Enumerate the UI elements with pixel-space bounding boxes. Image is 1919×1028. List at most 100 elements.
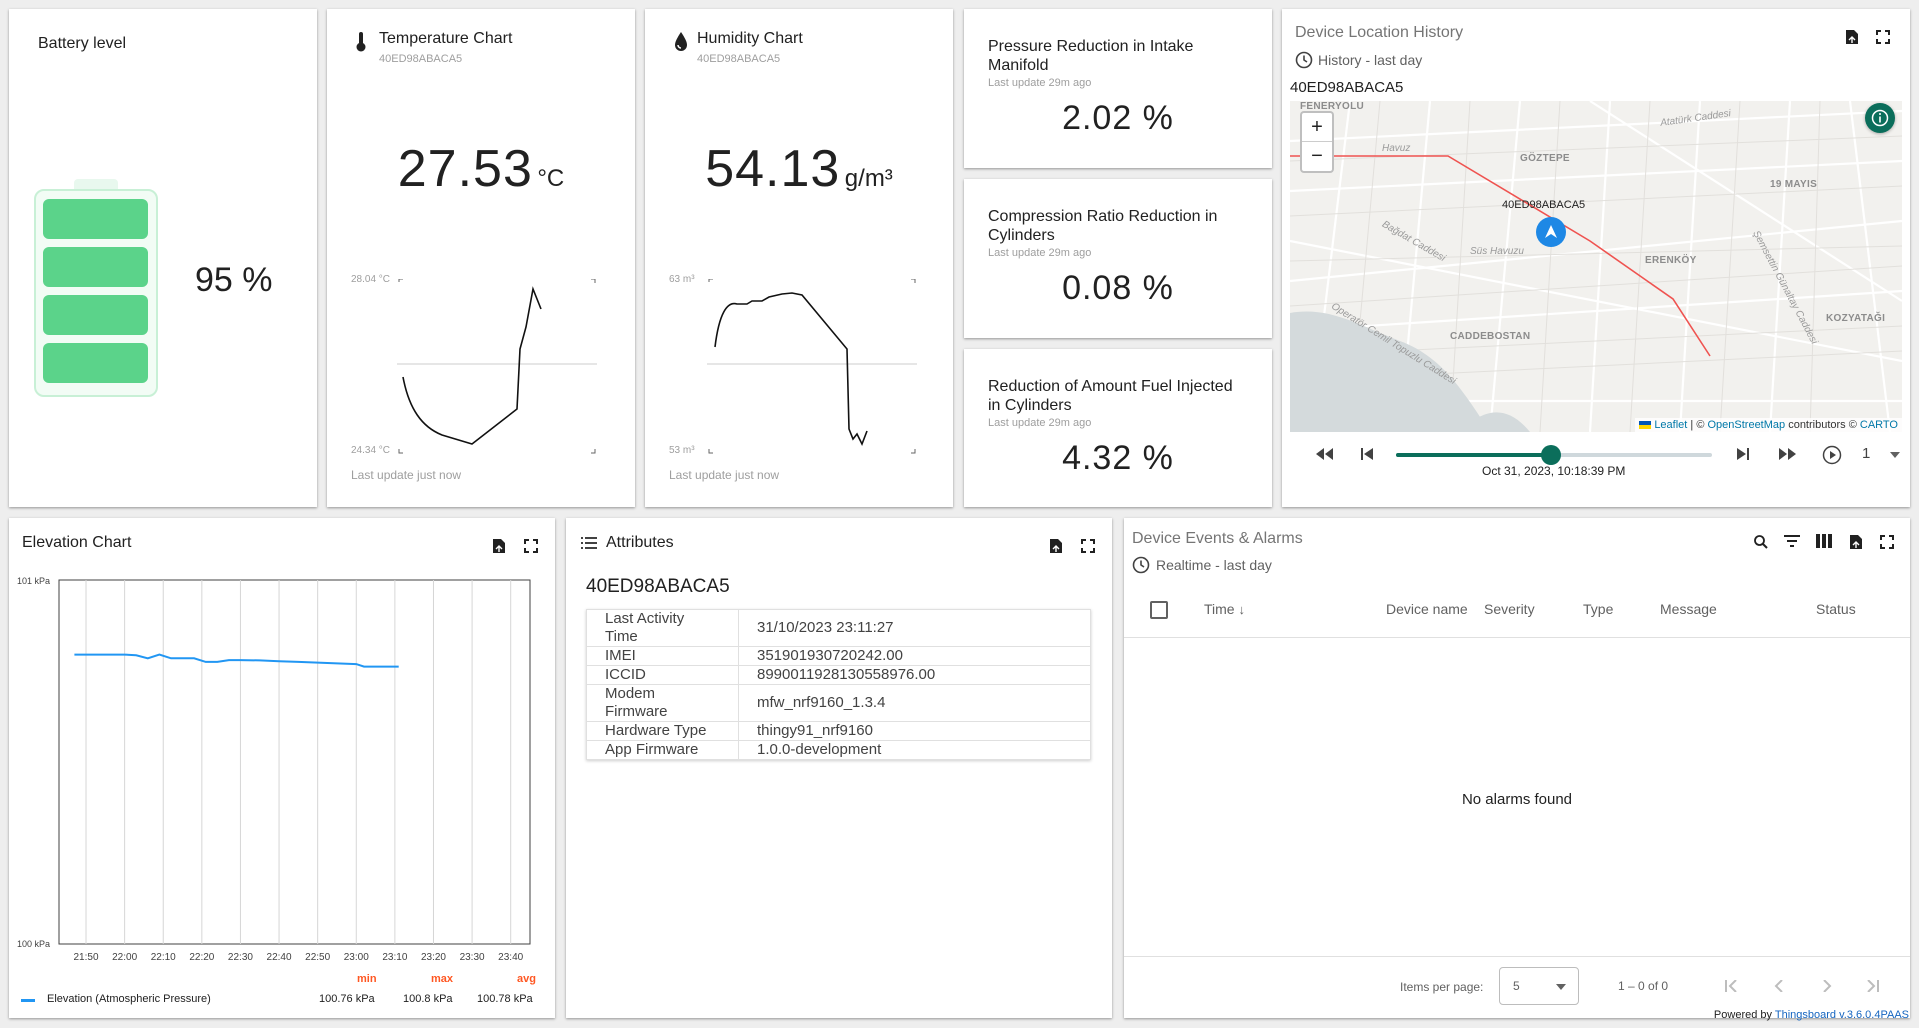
fullscreen-icon[interactable] [1077, 535, 1099, 557]
skip-previous-icon[interactable] [1360, 447, 1374, 461]
kpi-pressure-widget: Pressure Reduction in Intake Manifold La… [964, 9, 1272, 168]
humidity-device: 40ED98ABACA5 [697, 53, 781, 65]
attribute-row: ICCID 8990011928130558976.00 [586, 665, 1091, 685]
location-history-widget: Device Location History History - last d… [1282, 9, 1910, 507]
playback-slider[interactable] [1396, 445, 1712, 465]
column-header-time[interactable]: Time ↓ [1204, 601, 1245, 617]
next-page-icon[interactable] [1822, 980, 1832, 992]
water-drop-icon [675, 32, 687, 51]
map-label-19-mayis: 19 MAYIS [1770, 179, 1818, 190]
map-label-goztepe: GÖZTEPE [1520, 153, 1570, 164]
x-tick-label: 21:50 [74, 952, 99, 963]
filter-icon[interactable] [1784, 535, 1800, 547]
previous-page-icon[interactable] [1774, 980, 1784, 992]
zoom-out-button[interactable]: − [1302, 142, 1332, 170]
playback-slider-thumb[interactable] [1541, 445, 1561, 465]
alarms-title: Device Events & Alarms [1132, 530, 1303, 547]
ukraine-flag-icon [1639, 421, 1652, 430]
attribute-key: App Firmware [586, 740, 739, 760]
column-header-type[interactable]: Type [1583, 601, 1613, 617]
map-canvas[interactable]: FENERYOLU GÖZTEPE 19 MAYIS ERENKÖY KOZYA… [1290, 101, 1902, 432]
last-page-icon[interactable] [1866, 980, 1880, 992]
temperature-min-label: 24.34 °C [351, 445, 391, 456]
alarms-realtime-label[interactable]: Realtime - last day [1156, 557, 1272, 573]
fast-forward-icon[interactable] [1778, 447, 1798, 461]
carto-link[interactable]: CARTO [1860, 419, 1898, 431]
search-icon[interactable] [1753, 534, 1769, 550]
humidity-min-label: 53 m³ [669, 445, 695, 456]
stat-header-min: min [357, 973, 377, 985]
playback-timestamp: Oct 31, 2023, 10:18:39 PM [1482, 464, 1626, 478]
kpi-compression-widget: Compression Ratio Reduction in Cylinders… [964, 179, 1272, 338]
leaflet-link[interactable]: Leaflet [1654, 419, 1687, 431]
map-history-label[interactable]: History - last day [1318, 52, 1422, 68]
humidity-title: Humidity Chart [697, 30, 803, 47]
columns-icon[interactable] [1816, 534, 1832, 548]
y-tick-label: 101 kPa [17, 576, 50, 586]
playback-speed-select[interactable]: 1 [1862, 445, 1904, 465]
attribute-value: 31/10/2023 23:11:27 [738, 609, 1091, 647]
attribution-separator: | © [1687, 419, 1708, 431]
map-label-sus-havuzu: Süs Havuzu [1470, 246, 1524, 257]
kpi-compression-title-1: Compression Ratio Reduction in [988, 208, 1218, 225]
export-icon[interactable] [1845, 531, 1867, 553]
attribute-value: thingy91_nrf9160 [738, 721, 1091, 741]
chevron-down-icon [1556, 984, 1566, 990]
map-device: 40ED98ABACA5 [1290, 79, 1404, 96]
column-header-device-name[interactable]: Device name [1386, 601, 1468, 617]
stat-header-max: max [431, 973, 454, 985]
x-tick-label: 22:30 [228, 952, 253, 963]
attribute-key: Last Activity Time [586, 609, 739, 647]
map-info-button[interactable] [1865, 103, 1895, 133]
elevation-legend-name[interactable]: Elevation (Atmospheric Pressure) [47, 993, 211, 1005]
attributes-widget: Attributes 40ED98ABACA5 Last Activity Ti… [566, 518, 1112, 1018]
humidity-sparkline [707, 279, 917, 454]
powered-by-label: Powered by [1713, 1009, 1773, 1021]
first-page-icon[interactable] [1724, 980, 1738, 992]
zoom-in-button[interactable]: + [1302, 113, 1332, 142]
select-all-checkbox[interactable] [1150, 601, 1168, 619]
temperature-sparkline [397, 279, 597, 454]
items-per-page-select[interactable]: 5 [1499, 967, 1579, 1005]
x-tick-label: 22:10 [151, 952, 176, 963]
x-tick-label: 23:40 [498, 952, 523, 963]
temperature-title: Temperature Chart [379, 30, 513, 47]
map-title: Device Location History [1295, 24, 1464, 41]
fast-rewind-icon[interactable] [1315, 447, 1335, 461]
play-circle-icon[interactable] [1822, 445, 1842, 465]
attribute-key: ICCID [586, 665, 739, 685]
attribute-row: IMEI 351901930720242.00 [586, 646, 1091, 666]
kpi-compression-sub: Last update 29m ago [988, 247, 1092, 259]
column-header-status[interactable]: Status [1816, 601, 1856, 617]
thingsboard-version-link[interactable]: Thingsboard v.3.6.0.4PAAS [1775, 1009, 1909, 1021]
x-tick-label: 22:50 [305, 952, 330, 963]
humidity-footer: Last update just now [669, 468, 780, 482]
osm-link[interactable]: OpenStreetMap [1707, 419, 1785, 431]
fullscreen-icon[interactable] [1876, 531, 1898, 553]
attribute-value: 351901930720242.00 [738, 646, 1091, 666]
column-header-message[interactable]: Message [1660, 601, 1717, 617]
temperature-max-label: 28.04 °C [351, 274, 391, 285]
map-attribution: Leaflet | © OpenStreetMap contributors ©… [1635, 418, 1902, 432]
x-tick-label: 22:40 [267, 952, 292, 963]
attribute-row: Modem Firmware mfw_nrf9160_1.3.4 [586, 684, 1091, 722]
attribution-contributors: contributors © [1785, 419, 1860, 431]
fullscreen-icon[interactable] [1872, 26, 1894, 48]
export-icon[interactable] [1045, 535, 1067, 557]
clock-icon [1132, 556, 1150, 574]
export-icon[interactable] [1841, 26, 1863, 48]
device-marker[interactable] [1536, 217, 1566, 247]
attribute-key: IMEI [586, 646, 739, 666]
kpi-fuel-title-2: in Cylinders [988, 397, 1072, 414]
humidity-value-row: 54.13 g/m³ [645, 139, 953, 199]
column-header-severity[interactable]: Severity [1484, 601, 1535, 617]
map-label-havuz: Havuz [1382, 143, 1411, 154]
temperature-value: 27.53 [397, 140, 533, 198]
battery-title: Battery level [38, 35, 127, 52]
clock-icon [1295, 51, 1313, 69]
kpi-fuel-widget: Reduction of Amount Fuel Injected in Cyl… [964, 349, 1272, 507]
skip-next-icon[interactable] [1736, 447, 1750, 461]
attributes-table-wrap: Last Activity Time 31/10/2023 23:11:27 IME… [586, 609, 1091, 760]
kpi-pressure-title-1: Pressure Reduction in Intake [988, 38, 1194, 55]
stat-value-max: 100.8 kPa [403, 993, 453, 1005]
